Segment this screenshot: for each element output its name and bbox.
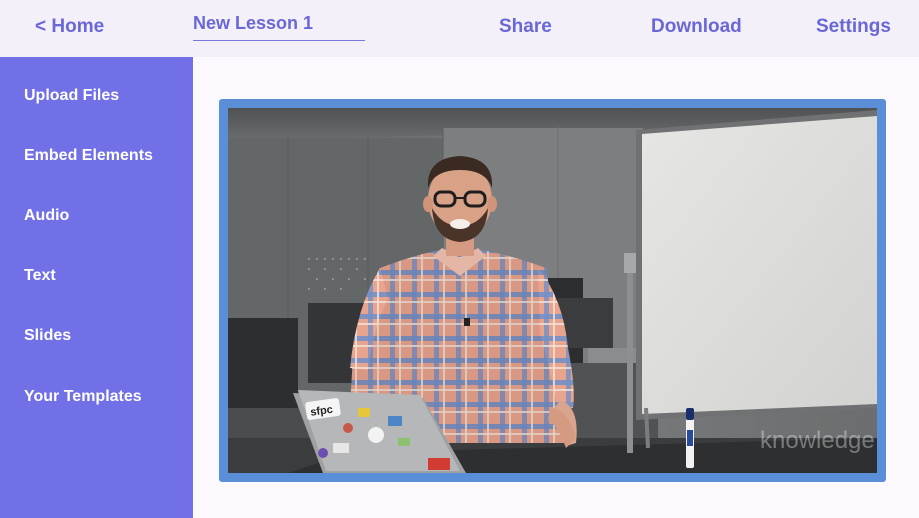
sidebar-item-upload-files[interactable]: Upload Files [24, 87, 119, 105]
lesson-title-input[interactable] [193, 10, 365, 41]
video-frame: sfpc knowledge [219, 99, 886, 482]
sidebar: Upload Files Embed Elements Audio Text S… [0, 57, 193, 518]
video-scene: sfpc knowledge [228, 108, 877, 473]
sidebar-item-text[interactable]: Text [24, 267, 56, 285]
top-bar: < Home Share Download Settings [0, 0, 919, 57]
lesson-video[interactable]: sfpc knowledge [228, 108, 877, 473]
sidebar-item-embed-elements[interactable]: Embed Elements [24, 147, 153, 165]
sidebar-item-your-templates[interactable]: Your Templates [24, 388, 142, 406]
sidebar-item-audio[interactable]: Audio [24, 207, 69, 225]
video-watermark: knowledge [760, 427, 875, 454]
share-link[interactable]: Share [499, 16, 552, 38]
settings-link[interactable]: Settings [816, 16, 891, 38]
home-link[interactable]: < Home [35, 16, 104, 38]
download-link[interactable]: Download [651, 16, 742, 38]
sidebar-item-slides[interactable]: Slides [24, 327, 71, 345]
main-canvas: sfpc knowledge [193, 57, 919, 518]
